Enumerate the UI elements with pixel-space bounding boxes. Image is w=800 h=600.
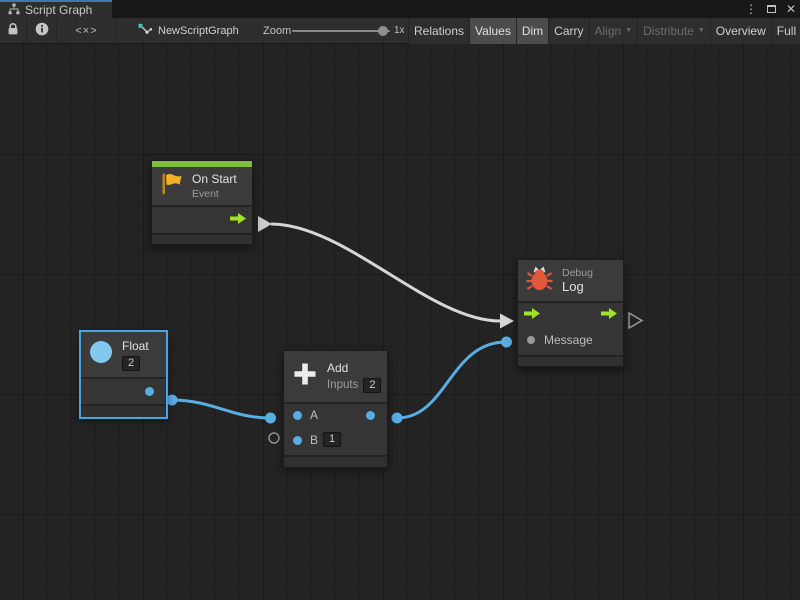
wire-add-to-debug-message[interactable] bbox=[397, 342, 506, 418]
flow-output-port-triangle[interactable] bbox=[258, 216, 272, 232]
code-view-button[interactable]: <×> bbox=[57, 18, 117, 44]
chevron-down-icon: ▼ bbox=[625, 18, 632, 44]
port-b-row: B 1 bbox=[284, 427, 387, 455]
graph-canvas[interactable]: On Start Event bbox=[0, 44, 800, 600]
align-label: Align bbox=[595, 18, 622, 44]
relations-label: Relations bbox=[414, 18, 464, 44]
plus-icon bbox=[292, 361, 318, 392]
node-header: On Start Event bbox=[152, 167, 252, 205]
flag-icon bbox=[160, 172, 183, 201]
maximize-icon[interactable] bbox=[767, 5, 776, 13]
node-header: Float 2 bbox=[81, 332, 166, 377]
message-input-port[interactable] bbox=[527, 336, 535, 344]
node-subtitle: Event bbox=[192, 188, 237, 200]
node-category: Debug bbox=[562, 267, 593, 279]
toolbar: <×> NewScriptGraph Zoom 1x Relations bbox=[0, 18, 800, 44]
unconnected-flow-triangle[interactable] bbox=[629, 313, 642, 328]
zoom-slider[interactable] bbox=[292, 30, 390, 32]
node-title: Float bbox=[122, 339, 149, 353]
wire-float-to-add-a[interactable] bbox=[172, 400, 270, 418]
hierarchy-graph-icon bbox=[8, 3, 20, 18]
flow-output-arrow-icon[interactable] bbox=[601, 306, 617, 324]
window-controls: ⋮ ✕ bbox=[745, 0, 796, 18]
node-title: Log bbox=[562, 279, 593, 294]
info-button[interactable] bbox=[27, 18, 57, 44]
node-footer bbox=[284, 457, 387, 467]
flow-ports-row bbox=[518, 303, 623, 327]
wire-arrowhead bbox=[500, 314, 514, 329]
port-a-label: A bbox=[310, 408, 318, 422]
inputs-label: Inputs bbox=[327, 379, 358, 391]
tab-script-graph[interactable]: Script Graph bbox=[0, 0, 112, 18]
node-footer bbox=[518, 357, 623, 366]
values-button[interactable]: Values bbox=[469, 18, 516, 44]
node-debug-log[interactable]: Debug Log Message bbox=[517, 259, 624, 367]
node-title: Add bbox=[327, 361, 381, 375]
dim-button[interactable]: Dim bbox=[516, 18, 548, 44]
flow-output-arrow-icon[interactable] bbox=[230, 211, 246, 229]
node-title: On Start bbox=[192, 172, 237, 186]
node-body bbox=[81, 379, 166, 404]
code-icon: <×> bbox=[75, 25, 97, 37]
node-footer bbox=[81, 406, 166, 417]
graph-name-button[interactable]: NewScriptGraph bbox=[130, 18, 239, 44]
wire-endpoint-dot[interactable] bbox=[392, 413, 403, 424]
node-on-start[interactable]: On Start Event bbox=[151, 160, 253, 245]
distribute-label: Distribute bbox=[643, 18, 694, 44]
node-header: Add Inputs 2 bbox=[284, 351, 387, 402]
info-icon bbox=[35, 22, 49, 41]
float-circle-icon bbox=[89, 340, 113, 369]
carry-button[interactable]: Carry bbox=[548, 18, 588, 44]
port-b-label: B bbox=[310, 433, 318, 447]
graph-nodes-icon bbox=[138, 23, 152, 39]
wire-endpoint-dot[interactable] bbox=[265, 413, 276, 424]
message-port-row: Message bbox=[518, 327, 623, 355]
toolbar-buttons: Relations Values Dim Carry Align ▼ Distr… bbox=[408, 18, 800, 44]
overview-label: Overview bbox=[716, 18, 766, 44]
float-value-field[interactable]: 2 bbox=[122, 356, 140, 371]
lock-icon bbox=[7, 22, 19, 41]
zoom-label: Zoom bbox=[263, 18, 291, 44]
fullscreen-label: Full Screen bbox=[777, 18, 800, 44]
tab-bar: Script Graph ⋮ ✕ bbox=[0, 0, 800, 18]
relations-button[interactable]: Relations bbox=[408, 18, 469, 44]
message-port-label: Message bbox=[544, 333, 593, 347]
unconnected-port-circle[interactable] bbox=[269, 433, 279, 443]
add-output-port[interactable] bbox=[366, 411, 375, 420]
values-label: Values bbox=[475, 18, 511, 44]
node-header: Debug Log bbox=[518, 260, 623, 301]
wire-endpoint-dot[interactable] bbox=[167, 395, 178, 406]
chevron-down-icon: ▼ bbox=[698, 18, 705, 44]
overview-button[interactable]: Overview bbox=[710, 18, 771, 44]
toolbar-left-group: <×> bbox=[0, 18, 117, 44]
script-graph-window: Script Graph ⋮ ✕ bbox=[0, 0, 800, 600]
lock-button[interactable] bbox=[0, 18, 27, 44]
carry-label: Carry bbox=[554, 18, 583, 44]
port-a-input[interactable] bbox=[293, 411, 302, 420]
node-float[interactable]: Float 2 bbox=[80, 331, 167, 418]
zoom-value: 1x bbox=[394, 18, 405, 44]
port-b-value-field[interactable]: 1 bbox=[323, 432, 341, 447]
flow-input-arrow-icon[interactable] bbox=[524, 306, 540, 324]
float-output-port[interactable] bbox=[145, 387, 154, 396]
align-button[interactable]: Align ▼ bbox=[589, 18, 638, 44]
inputs-count-field[interactable]: 2 bbox=[363, 378, 381, 393]
zoom-slider-handle[interactable] bbox=[378, 26, 388, 36]
wires-layer bbox=[0, 44, 800, 600]
distribute-button[interactable]: Distribute ▼ bbox=[637, 18, 710, 44]
wire-endpoint-dot[interactable] bbox=[501, 337, 512, 348]
tab-title: Script Graph bbox=[25, 3, 92, 17]
port-b-input[interactable] bbox=[293, 436, 302, 445]
menu-ellipsis-icon[interactable]: ⋮ bbox=[745, 0, 757, 18]
node-footer bbox=[152, 235, 252, 244]
close-icon[interactable]: ✕ bbox=[786, 0, 796, 18]
port-a-row: A bbox=[284, 404, 387, 427]
fullscreen-button[interactable]: Full Screen bbox=[771, 18, 800, 44]
graph-name-label: NewScriptGraph bbox=[158, 25, 239, 37]
node-body bbox=[152, 207, 252, 233]
wire-onstart-to-debug[interactable] bbox=[271, 224, 500, 321]
dim-label: Dim bbox=[522, 18, 543, 44]
bug-icon bbox=[526, 265, 553, 297]
node-add[interactable]: Add Inputs 2 A B 1 bbox=[283, 350, 388, 468]
